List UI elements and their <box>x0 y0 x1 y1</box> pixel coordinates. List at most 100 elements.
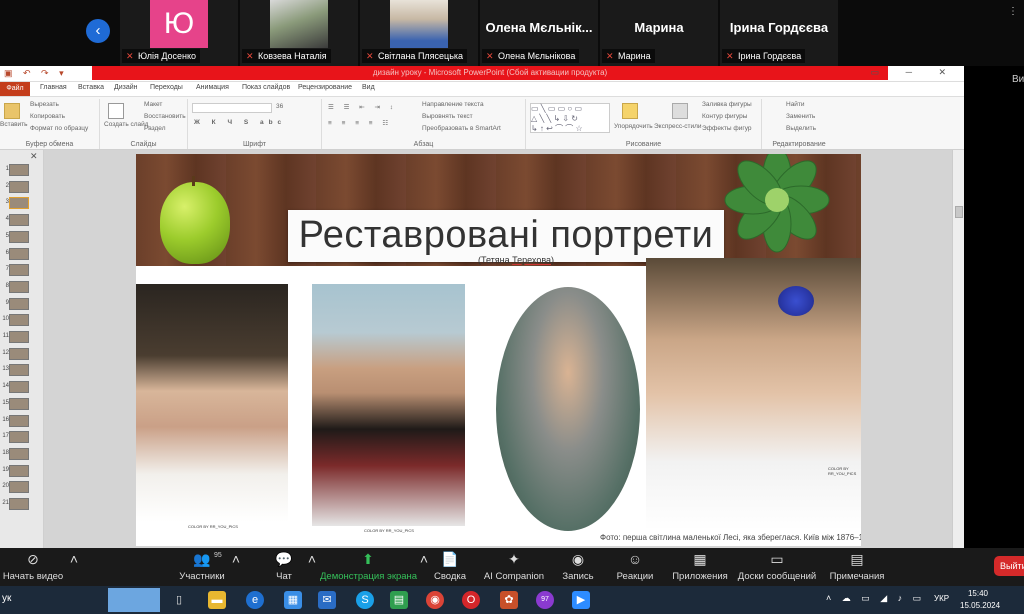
tab-slideshow[interactable]: Показ слайдов <box>242 84 290 91</box>
new-slide-button[interactable]: Создать слайд <box>104 121 149 128</box>
share-screen-button[interactable]: ⬆ Демонстрация экрана <box>320 548 417 586</box>
slide-thumbnail[interactable] <box>9 347 29 360</box>
font-format-icons[interactable]: Ж К Ч S abc <box>194 119 286 126</box>
tab-review[interactable]: Рецензирование <box>298 84 352 91</box>
apps-button[interactable]: ▦ Приложения <box>670 548 730 586</box>
store-icon[interactable]: ▦ <box>284 591 302 609</box>
mail-icon[interactable]: ✉ <box>318 591 336 609</box>
tab-design[interactable]: Дизайн <box>114 84 138 91</box>
select-button[interactable]: Выделить <box>786 125 816 132</box>
portrait-3-oval[interactable] <box>496 287 640 531</box>
slide-thumbnail[interactable] <box>9 431 29 444</box>
viber-icon[interactable]: 97 <box>536 591 554 609</box>
slide-thumbnail[interactable] <box>9 397 29 410</box>
slide-thumbnail[interactable] <box>9 197 29 210</box>
slide-thumbnail[interactable] <box>9 364 29 377</box>
tab-animation[interactable]: Анимация <box>196 84 229 91</box>
font-name-field[interactable] <box>192 103 272 113</box>
find-button[interactable]: Найти <box>786 101 805 108</box>
font-size-field[interactable]: 36 <box>276 103 283 110</box>
reset-button[interactable]: Восстановить <box>144 113 186 120</box>
portrait-2[interactable] <box>312 284 465 526</box>
slide-thumbnail[interactable] <box>9 180 29 193</box>
photo-caption[interactable]: Фото: перша світлина маленької Лесі, яка… <box>600 533 861 542</box>
participant-tile[interactable]: ✕ Ковзева Наталія <box>240 0 358 66</box>
tab-home[interactable]: Главная <box>40 84 67 91</box>
edge-icon[interactable]: e <box>246 591 264 609</box>
language-indicator[interactable]: УКР <box>934 594 949 603</box>
video-options-chevron-icon[interactable]: ˄ <box>66 548 82 586</box>
summary-button[interactable]: 📄 Сводка <box>432 548 468 586</box>
participants-chevron-icon[interactable]: ˄ <box>228 548 244 586</box>
back-arrow-icon[interactable]: ‹ <box>86 19 110 43</box>
share-chevron-icon[interactable]: ˄ <box>416 548 432 586</box>
portrait-1[interactable] <box>136 284 288 522</box>
participant-tile[interactable]: Ірина Гордєєва ✕ Ірина Гордєєва <box>720 0 838 66</box>
more-icon[interactable]: ⋮ <box>1008 6 1018 17</box>
slide-thumbnail[interactable] <box>9 214 29 227</box>
tab-insert[interactable]: Вставка <box>78 84 104 91</box>
tab-transitions[interactable]: Переходы <box>150 84 183 91</box>
window-controls[interactable]: ▭ ─ ✕ <box>871 67 958 78</box>
copy-button[interactable]: Копировать <box>30 113 65 120</box>
align-text-button[interactable]: Выровнять текст <box>422 113 473 120</box>
quick-styles-icon[interactable] <box>672 103 688 119</box>
weather-widget[interactable] <box>108 588 160 612</box>
slide-thumbnail[interactable] <box>9 314 29 327</box>
section-button[interactable]: Раздел <box>144 125 165 132</box>
app-icon[interactable]: ✿ <box>500 591 518 609</box>
chat-button[interactable]: 💬 Чат <box>264 548 304 586</box>
tab-view[interactable]: Вид <box>362 84 375 91</box>
shapes-gallery[interactable]: ▭ ╲ ▭ ▭ ○ ▭ △ ╲ ╲ ↳ ⇩ ↻ ↳ ↑ ↩ ⌒ ⌒ ☆ <box>530 103 610 133</box>
cut-button[interactable]: Вырезать <box>30 101 59 108</box>
zoom-icon[interactable]: ▶ <box>572 591 590 609</box>
participant-tile[interactable]: ✕ Світлана Плясецька <box>360 0 478 66</box>
system-tray-icons[interactable]: ˄ ☁ ▭ ◢ ♪ ▭ <box>826 593 925 604</box>
slide-thumbnail[interactable] <box>9 247 29 260</box>
paste-button[interactable]: Вставить <box>0 121 28 128</box>
slide-thumbnail[interactable] <box>9 414 29 427</box>
leave-button[interactable]: Выйти <box>994 556 1024 576</box>
close-pane-icon[interactable]: ✕ <box>30 151 38 162</box>
slide-thumbnail[interactable] <box>9 297 29 310</box>
notes-button[interactable]: ▤ Примечания <box>826 548 888 586</box>
format-painter-button[interactable]: Формат по образцу <box>30 125 88 132</box>
slide-subtitle[interactable]: (Тетяна Терехова) <box>416 255 616 265</box>
replace-button[interactable]: Заменить <box>786 113 815 120</box>
outline-button[interactable]: Контур фигуры <box>702 113 747 120</box>
skype-icon[interactable]: S <box>356 591 374 609</box>
participant-tile[interactable]: Олена Мєльнік... ✕ Олена Мєльнікова <box>480 0 598 66</box>
slide-thumbnail[interactable] <box>9 481 29 494</box>
quick-access-toolbar[interactable]: ▣ ↶ ↷ ▾ <box>4 68 68 79</box>
effects-button[interactable]: Эффекты фигур <box>702 125 752 132</box>
slide-thumbnail[interactable] <box>9 331 29 343</box>
layout-button[interactable]: Макет <box>144 101 162 108</box>
participant-tile[interactable]: Ю ✕ Юлія Досенко <box>120 0 238 66</box>
opera-icon[interactable]: O <box>462 591 480 609</box>
fill-button[interactable]: Заливка фигуры <box>702 101 752 108</box>
reactions-button[interactable]: ☺ Реакции <box>612 548 658 586</box>
slide-canvas[interactable]: Реставровані портрети (Тетяна Терехова) … <box>136 154 861 546</box>
slide-thumbnail[interactable] <box>9 264 29 277</box>
smartart-button[interactable]: Преобразовать в SmartArt <box>422 125 501 132</box>
align-icons[interactable]: ≡ ≡ ≡ ≡ ☷ <box>328 119 392 127</box>
task-view-icon[interactable]: ▯ <box>170 591 188 609</box>
whiteboards-button[interactable]: ▭ Доски сообщений <box>736 548 818 586</box>
tab-file[interactable]: Файл <box>0 82 30 96</box>
start-video-button[interactable]: ⊘ Начать видео <box>0 548 66 586</box>
arrange-icon[interactable] <box>622 103 638 119</box>
slide-title[interactable]: Реставровані портрети <box>288 214 724 257</box>
file-explorer-icon[interactable]: ▬ <box>208 591 226 609</box>
slide-thumbnail[interactable] <box>9 164 29 176</box>
clock[interactable]: 15:40 15.05.2024 <box>960 588 1000 612</box>
slide-thumbnail[interactable] <box>9 280 29 293</box>
scrollbar-thumb[interactable] <box>955 206 963 218</box>
chrome-icon[interactable]: ◉ <box>426 591 444 609</box>
libreoffice-icon[interactable]: ▤ <box>390 591 408 609</box>
paste-icon[interactable] <box>4 103 20 119</box>
arrange-button[interactable]: Упорядочить <box>614 123 653 130</box>
slide-thumbnail[interactable] <box>9 381 29 394</box>
quick-styles-button[interactable]: Экспресс-стили <box>654 123 702 130</box>
text-direction-button[interactable]: Направление текста <box>422 101 484 108</box>
slide-thumbnail[interactable] <box>9 230 29 243</box>
